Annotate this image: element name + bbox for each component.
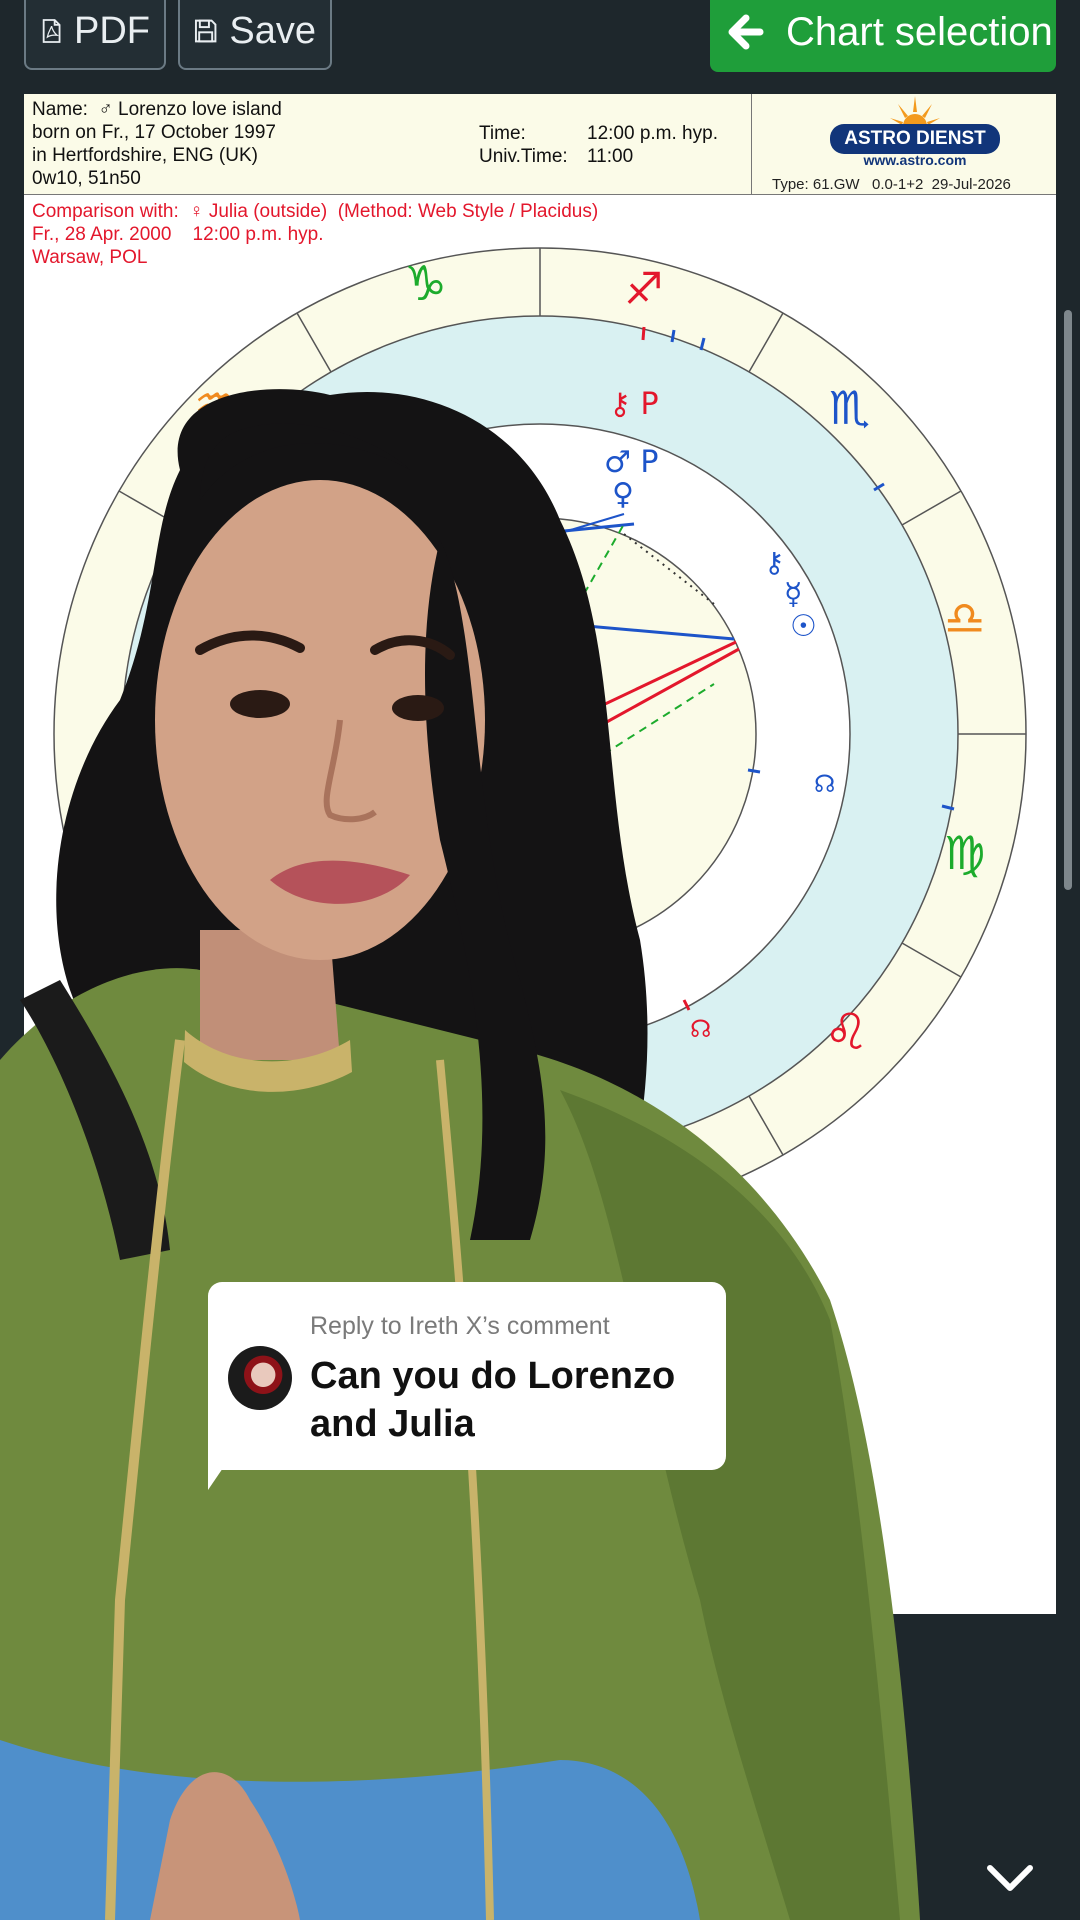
chevron-down-icon[interactable] (960, 1850, 1060, 1910)
reply-comment-bubble[interactable]: Reply to Ireth X’s comment Can you do Lo… (208, 1282, 726, 1470)
reply-to-label: Reply to Ireth X’s comment (310, 1312, 610, 1340)
comment-text: Can you do Lorenzo and Julia (310, 1355, 676, 1445)
avatar (228, 1346, 292, 1410)
presenter-image (0, 389, 920, 1920)
